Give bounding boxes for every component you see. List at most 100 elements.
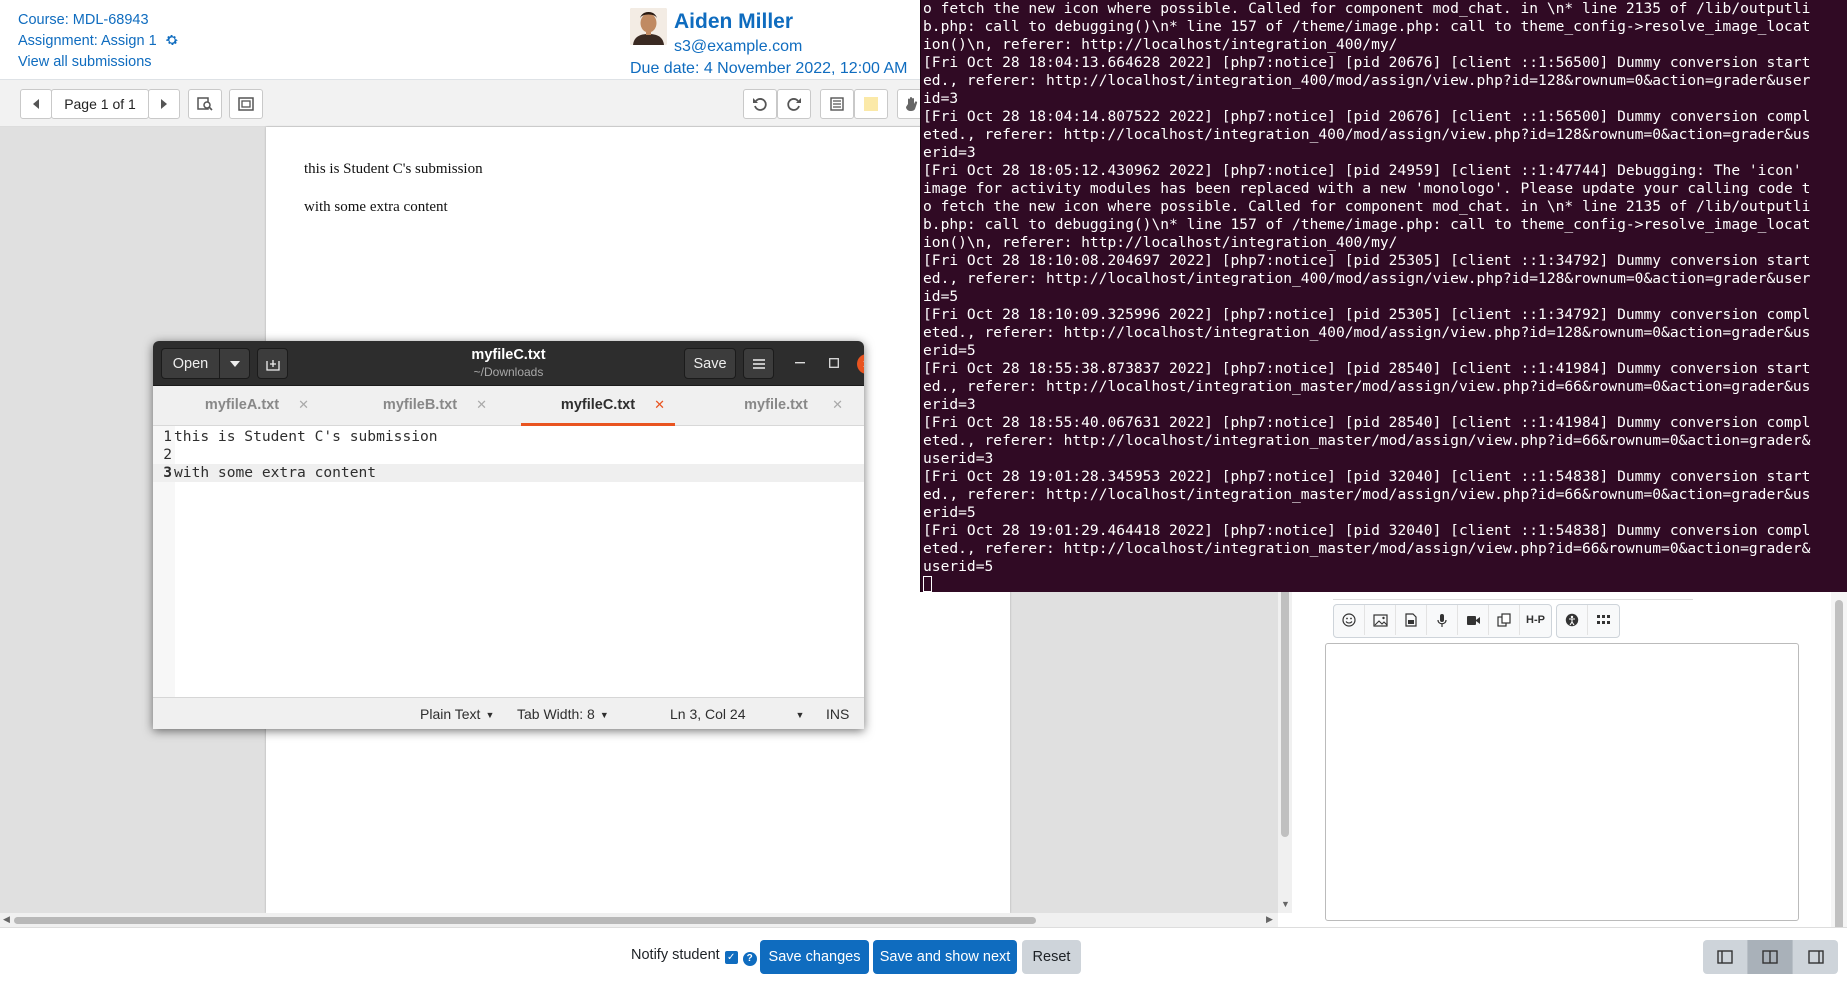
terminal-line: [Fri Oct 28 18:04:14.807522 2022] [php7:… [923, 108, 1811, 125]
close-tab-icon[interactable]: ✕ [476, 397, 487, 413]
terminal-line: eted., referer: http://localhost/integra… [923, 126, 1811, 143]
minimize-icon [795, 362, 805, 364]
tab-width-selector[interactable]: Tab Width: 8 ▼ [517, 706, 609, 722]
terminal-line: b.php: call to debugging()\n* line 157 o… [923, 216, 1811, 233]
editor-line-current[interactable]: 3 with some extra content [153, 464, 864, 482]
tab-myfilea[interactable]: myfileA.txt ✕ [153, 386, 331, 426]
tab-myfileb[interactable]: myfileB.txt ✕ [331, 386, 509, 426]
terminal-line: [Fri Oct 28 18:04:13.664628 2022] [php7:… [923, 54, 1811, 71]
comment-color-icon[interactable] [854, 89, 888, 119]
tab-width-label: Tab Width: 8 [517, 706, 595, 722]
menu-icon [752, 358, 765, 369]
close-tab-icon[interactable]: ✕ [832, 397, 843, 413]
collapse-grade-panel-icon[interactable] [1703, 940, 1748, 974]
comment-tool-icon[interactable] [820, 89, 854, 119]
scrollbar-thumb[interactable] [1281, 577, 1289, 837]
maximize-button[interactable] [824, 353, 844, 373]
document-line: with some extra content [304, 199, 448, 215]
microphone-icon[interactable] [1427, 605, 1458, 635]
notify-student-checkbox[interactable]: ✓ [724, 951, 738, 964]
gear-icon[interactable] [165, 33, 179, 47]
feedback-editor-toolbar: H-P [1333, 604, 1620, 638]
text-editor[interactable]: 1 this is Student C's submission 2 3 with … [153, 426, 864, 697]
terminal-line: o fetch the new icon where possible. Cal… [923, 198, 1811, 215]
help-icon[interactable]: ? [742, 952, 757, 966]
avatar[interactable] [630, 8, 667, 45]
reset-button[interactable]: Reset [1022, 940, 1081, 974]
line-text: with some extra content [174, 464, 377, 481]
rotate-left-icon[interactable] [743, 89, 777, 119]
cursor-position-label: Ln 3, Col 24 [670, 706, 746, 722]
expand-comments-icon[interactable] [229, 89, 263, 119]
media-file-icon[interactable] [1396, 605, 1427, 635]
terminal-line: erid=5 [923, 504, 976, 521]
user-name[interactable]: Aiden Miller [674, 10, 793, 34]
scroll-left-icon[interactable]: ◀ [3, 914, 10, 925]
terminal-line: erid=3 [923, 144, 976, 161]
editor-line[interactable]: 1 this is Student C's submission [153, 428, 864, 446]
minimize-button[interactable] [790, 353, 810, 373]
terminal-line: [Fri Oct 28 19:01:29.464418 2022] [php7:… [923, 522, 1811, 539]
notify-student-label: Notify student [631, 947, 720, 963]
terminal-line: ed., referer: http://localhost/integrati… [923, 378, 1811, 395]
tab-myfile[interactable]: myfile.txt ✕ [687, 386, 864, 426]
image-icon[interactable] [1365, 605, 1396, 635]
scroll-right-icon[interactable]: ▶ [1266, 914, 1273, 925]
language-label: Plain Text [420, 706, 481, 722]
view-all-submissions-link[interactable]: View all submissions [18, 54, 152, 70]
user-email[interactable]: s3@example.com [674, 38, 802, 56]
terminal-line: ed., referer: http://localhost/integrati… [923, 72, 1811, 89]
terminal-line: b.php: call to debugging()\n* line 157 o… [923, 18, 1811, 35]
terminal-line: ion()\n, referer: http://localhost/integ… [923, 36, 1398, 53]
previous-page-button[interactable] [20, 89, 52, 119]
more-tools-icon[interactable] [1588, 605, 1619, 635]
line-number: 3 [163, 464, 172, 481]
language-selector[interactable]: Plain Text ▼ [420, 706, 494, 722]
gedit-headerbar[interactable]: Open myfileC.txt ~/Downloads Save [153, 341, 864, 386]
scroll-down-icon[interactable]: ▼ [1281, 899, 1290, 909]
terminal-output: o fetch the new icon where possible. Cal… [921, 0, 1847, 592]
terminal-line: userid=3 [923, 450, 994, 467]
save-button[interactable]: Save [684, 348, 736, 379]
cursor-position-selector[interactable]: Ln 3, Col 24 ▼ [670, 706, 804, 722]
notify-student: Notify student ✓? [631, 947, 757, 966]
next-page-button[interactable] [148, 89, 180, 119]
gedit-statusbar: Plain Text ▼ Tab Width: 8 ▼ Ln 3, Col 24 ▼ … [153, 697, 864, 729]
tab-myfilec[interactable]: myfileC.txt ✕ [509, 386, 687, 426]
emoji-icon[interactable] [1334, 605, 1365, 635]
gedit-tab-bar: myfileA.txt ✕ myfileB.txt ✕ myfileC.txt ✕ m… [153, 386, 864, 426]
document-horizontal-scrollbar[interactable]: ◀ ▶ [0, 913, 1278, 927]
course-link[interactable]: Course: MDL-68943 [18, 12, 149, 28]
feedback-comment-editor[interactable] [1325, 643, 1799, 921]
close-icon [863, 361, 864, 367]
editor-line[interactable]: 2 [153, 446, 864, 464]
toolbar-group-insert: H-P [1333, 604, 1552, 638]
copy-link-icon[interactable] [1489, 605, 1520, 635]
video-camera-icon[interactable] [1458, 605, 1489, 635]
scrollbar-thumb[interactable] [1835, 600, 1843, 940]
terminal-line: [Fri Oct 28 19:01:28.345953 2022] [php7:… [923, 468, 1811, 485]
collapse-review-panel-icon[interactable] [1793, 940, 1838, 974]
save-changes-button[interactable]: Save changes [760, 940, 869, 974]
insert-mode-indicator[interactable]: INS [826, 706, 849, 722]
rotate-right-icon[interactable] [777, 89, 811, 119]
terminal-line: o fetch the new icon where possible. Cal… [923, 0, 1811, 17]
terminal-window[interactable]: o fetch the new icon where possible. Cal… [920, 0, 1847, 592]
due-date: Due date: 4 November 2022, 12:00 AM [630, 60, 908, 77]
page-select[interactable]: Page 1 of 1 [51, 89, 149, 119]
h5p-button[interactable]: H-P [1520, 605, 1551, 635]
tab-label: myfile.txt [744, 397, 808, 413]
hamburger-menu-button[interactable] [743, 348, 774, 379]
terminal-line: [Fri Oct 28 18:10:08.204697 2022] [php7:… [923, 252, 1811, 269]
terminal-line: eted., referer: http://localhost/integra… [923, 540, 1811, 557]
search-comments-icon[interactable] [188, 89, 222, 119]
assignment-link[interactable]: Assignment: Assign 1 [18, 33, 157, 49]
close-tab-icon[interactable]: ✕ [298, 397, 309, 413]
close-tab-icon[interactable]: ✕ [654, 397, 665, 413]
accessibility-icon[interactable] [1557, 605, 1588, 635]
layout-switcher [1703, 940, 1838, 974]
save-and-show-next-button[interactable]: Save and show next [873, 940, 1017, 974]
default-layout-icon[interactable] [1748, 940, 1793, 974]
terminal-line: userid=5 [923, 558, 994, 575]
scrollbar-thumb[interactable] [14, 917, 1036, 924]
